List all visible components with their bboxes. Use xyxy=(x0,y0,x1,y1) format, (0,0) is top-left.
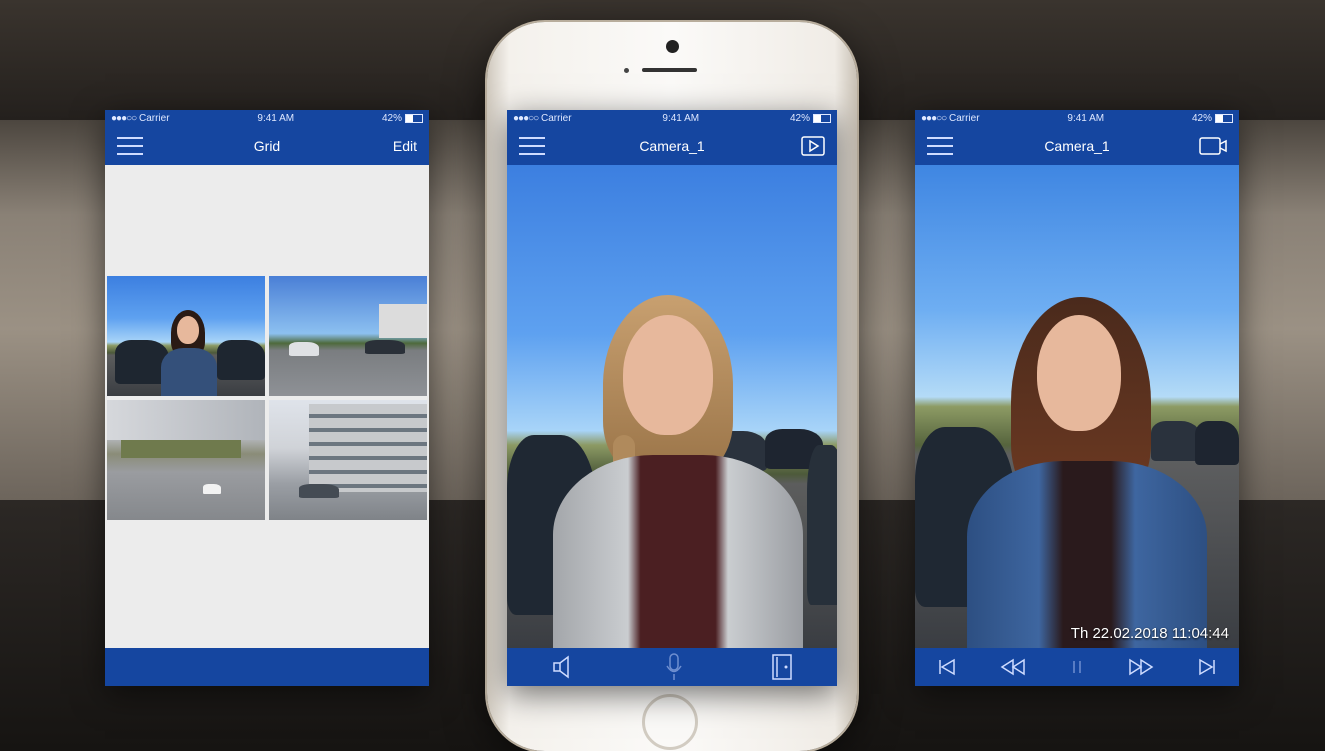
pause-icon[interactable] xyxy=(1070,657,1084,677)
nav-bar: Grid Edit xyxy=(105,127,429,165)
page-title: Camera_1 xyxy=(639,138,705,154)
video-timestamp: Th 22.02.2018 11:04:44 xyxy=(1070,625,1229,642)
carrier-label: Carrier xyxy=(948,113,980,124)
menu-icon[interactable] xyxy=(117,137,143,155)
nav-bar: Camera_1 xyxy=(915,127,1239,165)
signal-icon: ●●●○○ xyxy=(921,113,947,124)
front-camera xyxy=(666,40,679,53)
playback-controls-bar xyxy=(915,648,1239,686)
battery-label: 42% xyxy=(381,113,402,124)
bottom-bar xyxy=(105,648,429,686)
signal-icon: ●●●○○ xyxy=(513,113,539,124)
menu-icon[interactable] xyxy=(927,137,953,155)
rewind-icon[interactable] xyxy=(1000,657,1026,677)
play-icon[interactable] xyxy=(801,136,825,156)
grid-tile-camera-2[interactable] xyxy=(269,276,427,396)
status-bar: ●●●○○ Carrier 9:41 AM 42% xyxy=(915,110,1239,127)
grid-tile-camera-4[interactable] xyxy=(269,400,427,520)
skip-back-icon[interactable] xyxy=(937,657,957,677)
live-controls-bar xyxy=(507,648,837,686)
battery-icon xyxy=(1214,113,1233,123)
battery-label: 42% xyxy=(789,113,810,124)
menu-icon[interactable] xyxy=(519,137,545,155)
carrier-label: Carrier xyxy=(540,113,572,124)
edit-button[interactable]: Edit xyxy=(393,138,417,154)
battery-label: 42% xyxy=(1191,113,1212,124)
grid-tile-camera-3[interactable] xyxy=(107,400,265,520)
grid-screen: ●●●○○ Carrier 9:41 AM 42% Grid Edit xyxy=(105,110,429,686)
playback-video-feed xyxy=(915,165,1239,648)
proximity-sensor xyxy=(624,68,629,73)
page-title: Camera_1 xyxy=(1044,138,1110,154)
grid-tile-camera-1[interactable] xyxy=(107,276,265,396)
status-time: 9:41 AM xyxy=(662,113,700,124)
camera-grid xyxy=(107,276,427,520)
status-time: 9:41 AM xyxy=(1067,113,1105,124)
earpiece-speaker xyxy=(642,68,697,72)
signal-icon: ●●●○○ xyxy=(111,113,137,124)
nav-bar: Camera_1 xyxy=(507,127,837,165)
status-time: 9:41 AM xyxy=(257,113,295,124)
live-video-feed xyxy=(507,165,837,648)
status-bar: ●●●○○ Carrier 9:41 AM 42% xyxy=(105,110,429,127)
skip-forward-icon[interactable] xyxy=(1197,657,1217,677)
live-camera-screen: ●●●○○ Carrier 9:41 AM 42% Camera_1 xyxy=(507,110,837,686)
battery-icon xyxy=(404,113,423,123)
speaker-icon[interactable] xyxy=(551,655,577,679)
carrier-label: Carrier xyxy=(138,113,170,124)
fast-forward-icon[interactable] xyxy=(1128,657,1154,677)
playback-screen: ●●●○○ Carrier 9:41 AM 42% Camera_1 Th 22… xyxy=(915,110,1239,686)
home-button[interactable] xyxy=(642,694,698,750)
microphone-icon[interactable] xyxy=(665,653,683,681)
page-title: Grid xyxy=(253,138,281,154)
status-bar: ●●●○○ Carrier 9:41 AM 42% xyxy=(507,110,837,127)
video-camera-icon[interactable] xyxy=(1199,136,1227,156)
door-icon[interactable] xyxy=(771,654,793,680)
battery-icon xyxy=(812,113,831,123)
